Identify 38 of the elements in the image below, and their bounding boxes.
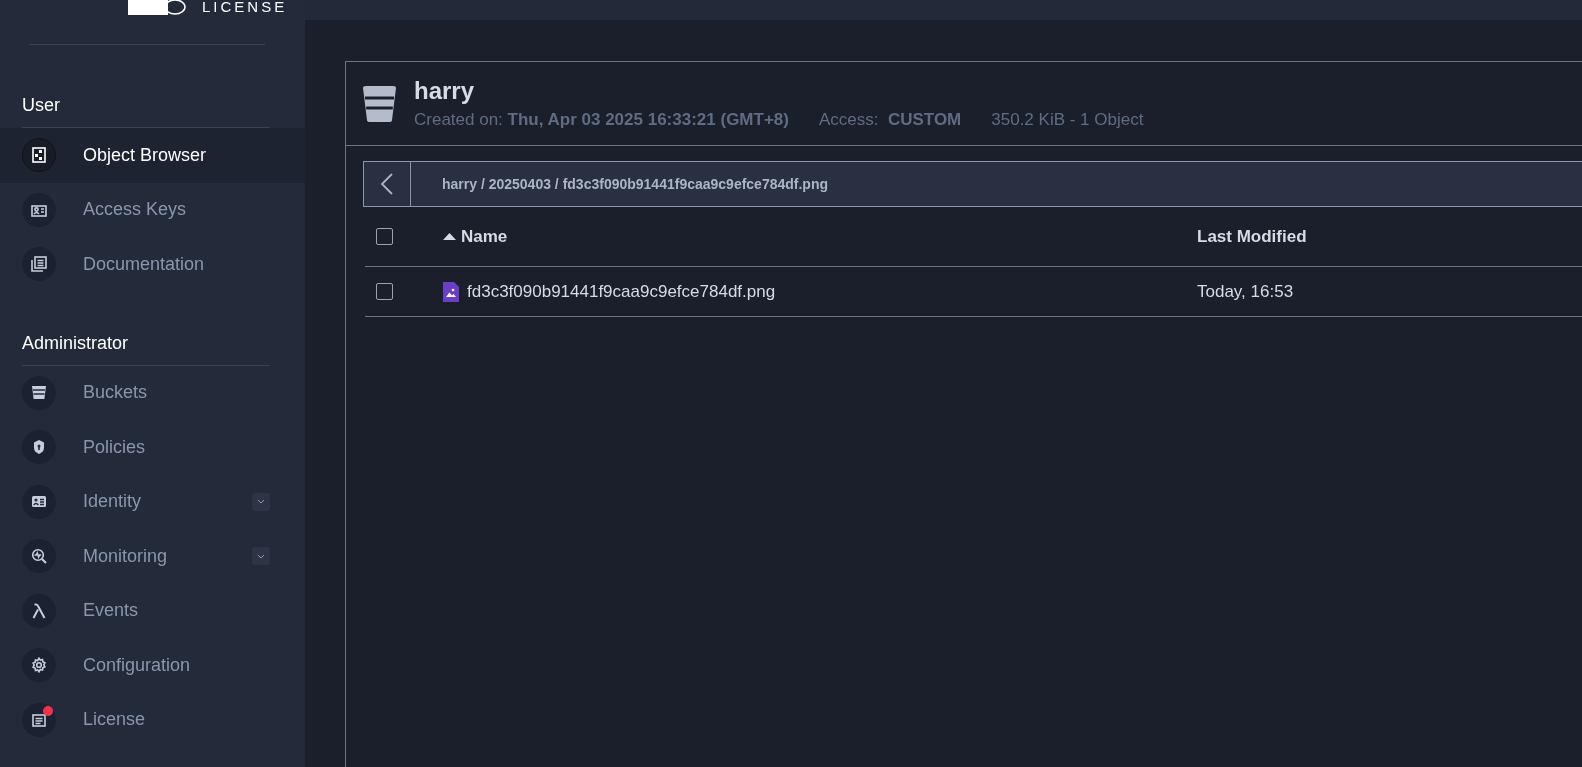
nav-item[interactable]: Policies [0, 420, 305, 475]
bucket-name: harry [414, 77, 475, 105]
nav-item[interactable]: Configuration [0, 638, 305, 693]
nav-item[interactable]: Monitoring [0, 529, 305, 584]
nav-icon [32, 712, 46, 727]
column-header[interactable]: Last Modified [1197, 226, 1307, 247]
bucket-size: 350.2 KiB - 1 Object [991, 110, 1144, 130]
created-date: Created on: Thu, Apr 03 2025 16:33:21 (GMT+8) [414, 110, 789, 130]
checkbox[interactable] [376, 283, 393, 300]
nav-item[interactable]: Object Browser [0, 128, 305, 183]
nav-icon [32, 147, 46, 164]
access-level: Access: CUSTOM [818, 110, 962, 130]
nav-icon [31, 495, 47, 509]
nav-icon [31, 548, 47, 565]
table-cell: Today, 16:53 [1197, 281, 1294, 302]
nav-icon [31, 202, 47, 217]
agpl-logo [128, 0, 186, 16]
nav-item[interactable]: Access Keys [0, 182, 305, 237]
back-icon [381, 173, 393, 195]
logo-text: LICENSE [202, 0, 288, 14]
bucket-icon [362, 85, 397, 122]
nav-icon [31, 256, 47, 273]
section-title: Administrator [22, 325, 270, 366]
sort-icon [443, 233, 456, 240]
nav-item[interactable]: Identity [0, 474, 305, 529]
nav-item[interactable]: Buckets [0, 365, 305, 420]
nav-icon [33, 439, 45, 456]
checkbox[interactable] [376, 228, 393, 245]
nav-item[interactable]: Events [0, 583, 305, 638]
file-name[interactable]: fd3c3f090b91441f9caa9c9efce784df.png [467, 281, 776, 302]
nav-item[interactable]: Documentation [0, 237, 305, 292]
breadcrumb-path[interactable]: harry / 20250403 / fd3c3f090b91441f9caa9c9efce784df.png [442, 162, 829, 206]
nav-item[interactable]: License [0, 692, 305, 747]
column-header[interactable]: Name [443, 226, 1197, 247]
nav-icon [32, 602, 46, 619]
image-file-icon [443, 281, 459, 302]
nav-icon [31, 385, 47, 401]
nav-icon [31, 657, 47, 674]
